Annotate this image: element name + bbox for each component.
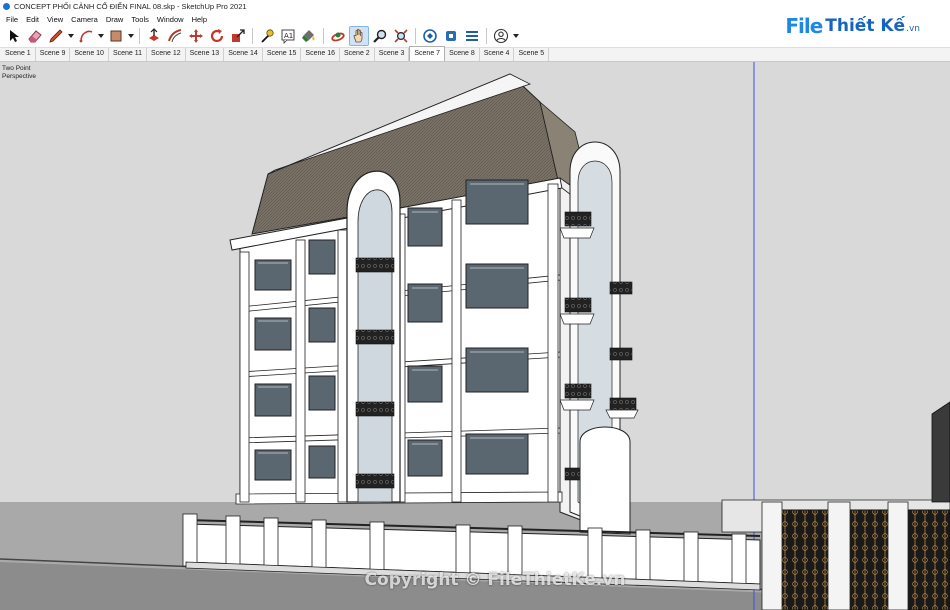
menu-help[interactable]: Help bbox=[188, 15, 211, 24]
scene-tab[interactable]: Scene 12 bbox=[147, 48, 186, 61]
neighbor-tower bbox=[931, 401, 950, 503]
chevron-down-icon bbox=[98, 34, 104, 38]
toolbar-separator bbox=[415, 28, 416, 44]
zoom-extents-tool-button[interactable] bbox=[391, 26, 411, 46]
menu-file[interactable]: File bbox=[2, 15, 22, 24]
chevron-down-icon bbox=[128, 34, 134, 38]
zoom-icon bbox=[373, 29, 387, 43]
scene-tab[interactable]: Scene 1 bbox=[1, 48, 36, 61]
scene-tab[interactable]: Scene 14 bbox=[224, 48, 263, 61]
line-pencil-icon bbox=[49, 29, 63, 43]
arc-dropdown[interactable] bbox=[97, 26, 105, 46]
account-button[interactable] bbox=[491, 26, 511, 46]
extension-warehouse-icon bbox=[446, 31, 456, 41]
scene-tab[interactable]: Scene 16 bbox=[301, 48, 340, 61]
chevron-down-icon bbox=[68, 34, 74, 38]
scene-tab[interactable]: Scene 5 bbox=[514, 48, 550, 61]
camera-mode-label: Two Point Perspective bbox=[2, 65, 36, 80]
zoom-tool-button[interactable] bbox=[370, 26, 390, 46]
logo-tld-text: .vn bbox=[906, 24, 920, 34]
eraser-tool-button[interactable] bbox=[25, 26, 45, 46]
scene-tab[interactable]: Scene 3 bbox=[375, 48, 410, 61]
building-model-render bbox=[0, 62, 950, 610]
rotate-icon bbox=[210, 29, 224, 43]
menu-edit[interactable]: Edit bbox=[22, 15, 43, 24]
menu-camera[interactable]: Camera bbox=[67, 15, 102, 24]
arc-icon bbox=[79, 30, 93, 43]
main-toolbar: A1 bbox=[0, 25, 540, 47]
menu-view[interactable]: View bbox=[43, 15, 67, 24]
tape-measure-tool-button[interactable] bbox=[257, 26, 277, 46]
logo-thietke-text: Thiết Kế bbox=[825, 16, 906, 36]
eraser-icon bbox=[28, 30, 42, 43]
scene-tab[interactable]: Scene 4 bbox=[480, 48, 515, 61]
line-tool-button[interactable] bbox=[46, 26, 66, 46]
pan-tool-button[interactable] bbox=[349, 26, 369, 46]
chevron-down-icon bbox=[513, 34, 519, 38]
toolbar-separator bbox=[139, 28, 140, 44]
layout-icon bbox=[466, 31, 478, 41]
scene-tab[interactable]: Scene 13 bbox=[186, 48, 225, 61]
scene-tab[interactable]: Scene 2 bbox=[340, 48, 375, 61]
text-icon: A1 bbox=[281, 29, 295, 44]
account-icon bbox=[493, 28, 509, 44]
move-tool-button[interactable] bbox=[186, 26, 206, 46]
scale-icon bbox=[232, 29, 245, 42]
select-tool-button[interactable] bbox=[4, 26, 24, 46]
rectangle-dropdown[interactable] bbox=[127, 26, 135, 46]
orbit-tool-button[interactable] bbox=[328, 26, 348, 46]
rotate-tool-button[interactable] bbox=[207, 26, 227, 46]
3d-warehouse-button[interactable] bbox=[420, 26, 440, 46]
warehouse-icon bbox=[423, 29, 437, 43]
scene-tab[interactable]: Scene 10 bbox=[70, 48, 109, 61]
scene-tab[interactable]: Scene 15 bbox=[263, 48, 302, 61]
logo-file-text: File bbox=[785, 14, 823, 38]
rectangle-tool-button[interactable] bbox=[106, 26, 126, 46]
rectangle-icon bbox=[110, 30, 122, 42]
push-pull-icon bbox=[149, 28, 159, 41]
arc-tool-button[interactable] bbox=[76, 26, 96, 46]
select-arrow-icon bbox=[10, 30, 19, 42]
central-arch-glass bbox=[357, 189, 393, 503]
svg-text:A1: A1 bbox=[284, 32, 293, 40]
orbit-icon bbox=[331, 32, 345, 42]
ornate-gate bbox=[779, 509, 950, 610]
scale-tool-button[interactable] bbox=[228, 26, 248, 46]
paint-bucket-tool-button[interactable] bbox=[299, 26, 319, 46]
tape-measure-icon bbox=[261, 29, 274, 43]
scene-tabs-bar: Scene 1 Scene 9 Scene 10 Scene 11 Scene … bbox=[0, 46, 950, 62]
scene-tab-active[interactable]: Scene 7 bbox=[409, 46, 446, 61]
toolbar-separator bbox=[486, 28, 487, 44]
copyright-watermark: Copyright © FileThietKe.vn bbox=[364, 570, 626, 590]
account-dropdown[interactable] bbox=[512, 26, 520, 46]
menu-window[interactable]: Window bbox=[153, 15, 188, 24]
paint-bucket-icon bbox=[302, 30, 315, 42]
offset-tool-button[interactable] bbox=[165, 26, 185, 46]
window-title: CONCEPT PHỐI CẢNH CỔ ĐIỂN FINAL 08.skp -… bbox=[14, 2, 247, 11]
toolbar-separator bbox=[252, 28, 253, 44]
menu-tools[interactable]: Tools bbox=[127, 15, 153, 24]
text-tool-button[interactable]: A1 bbox=[278, 26, 298, 46]
extension-warehouse-button[interactable] bbox=[441, 26, 461, 46]
toolbar-separator bbox=[323, 28, 324, 44]
scene-tab[interactable]: Scene 8 bbox=[445, 48, 480, 61]
move-icon bbox=[189, 29, 203, 43]
scene-tab[interactable]: Scene 11 bbox=[109, 48, 148, 61]
zoom-extents-icon bbox=[394, 29, 408, 43]
scene-tab[interactable]: Scene 9 bbox=[36, 48, 71, 61]
pan-hand-icon bbox=[353, 28, 363, 43]
filethietke-logo: File Thiết Kế .vn bbox=[785, 12, 920, 40]
menu-draw[interactable]: Draw bbox=[102, 15, 128, 24]
side-entry-arch bbox=[579, 426, 631, 535]
push-pull-tool-button[interactable] bbox=[144, 26, 164, 46]
offset-icon bbox=[168, 29, 182, 43]
line-dropdown[interactable] bbox=[67, 26, 75, 46]
model-viewport[interactable]: Two Point Perspective Copyright © FileTh… bbox=[0, 62, 950, 610]
sketchup-app-icon bbox=[3, 3, 10, 10]
layout-button[interactable] bbox=[462, 26, 482, 46]
